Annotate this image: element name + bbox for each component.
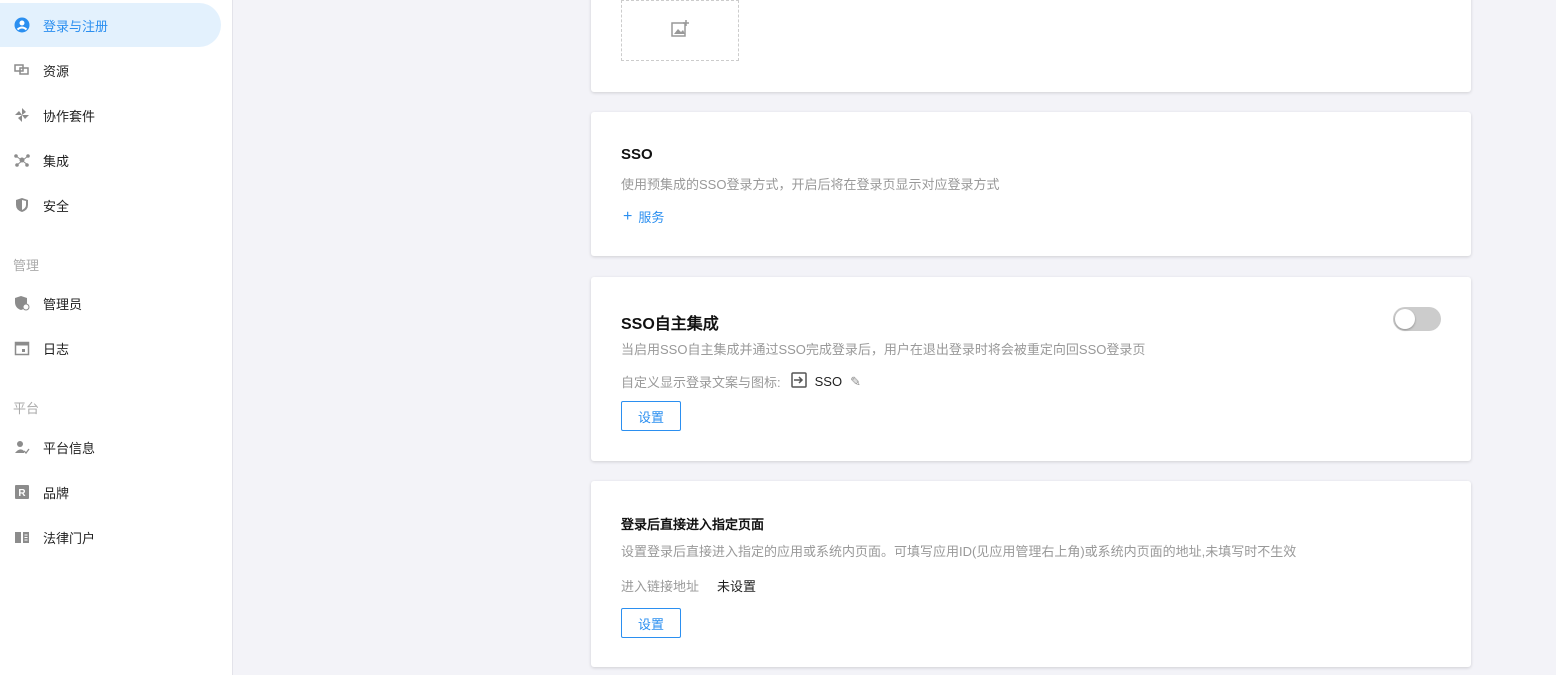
- redirect-desc: 设置登录后直接进入指定的应用或系统内页面。可填写应用ID(见应用管理右上角)或系…: [621, 544, 1297, 559]
- admin-icon: [14, 295, 30, 311]
- sso-desc: 使用预集成的SSO登录方式，开启后将在登录页显示对应登录方式: [621, 177, 1000, 192]
- sidebar-item-legal[interactable]: 法律门户: [0, 515, 221, 559]
- brand-icon: R: [14, 484, 30, 500]
- plus-icon: +: [623, 207, 633, 225]
- sso-title: SSO: [621, 146, 653, 163]
- shield-icon: [14, 197, 30, 213]
- resource-icon: [14, 62, 30, 78]
- sso-custom-settings-button[interactable]: 设置: [621, 401, 681, 431]
- sidebar-item-log[interactable]: 日志: [0, 326, 221, 370]
- logo-card: [591, 0, 1471, 92]
- book-icon: [14, 529, 30, 545]
- sso-card: SSO 使用预集成的SSO登录方式，开启后将在登录页显示对应登录方式 + 服务: [591, 112, 1471, 256]
- svg-text:R: R: [18, 488, 26, 499]
- sidebar-item-login[interactable]: 登录与注册: [0, 3, 221, 47]
- login-icon: [790, 372, 807, 391]
- user-circle-icon: [14, 17, 30, 33]
- redirect-field-value: 未设置: [717, 579, 757, 594]
- image-upload-button[interactable]: [621, 0, 739, 61]
- sso-custom-desc: 当启用SSO自主集成并通过SSO完成登录后，用户在退出登录时将会被重定向回SSO…: [621, 342, 1146, 357]
- sidebar-item-integration[interactable]: 集成: [0, 138, 221, 182]
- sidebar-item-collab[interactable]: 协作套件: [0, 93, 221, 137]
- custom-display-row: 自定义显示登录文案与图标: SSO ✎: [621, 372, 861, 391]
- sidebar: 登录与注册 资源 协作套件 集成 安全 管理 管理员 日志 平台 平台信息 R …: [0, 0, 233, 675]
- edit-pencil-icon[interactable]: ✎: [850, 374, 861, 390]
- sidebar-item-brand[interactable]: R 品牌: [0, 470, 221, 514]
- sso-custom-toggle[interactable]: [1393, 307, 1441, 331]
- calendar-icon: [14, 340, 30, 356]
- add-image-icon: [670, 19, 690, 42]
- section-manage: 管理: [13, 258, 40, 273]
- sidebar-item-platform-info[interactable]: 平台信息: [0, 425, 221, 469]
- sidebar-item-resource[interactable]: 资源: [0, 48, 221, 92]
- sidebar-item-security[interactable]: 安全: [0, 183, 221, 227]
- redirect-title: 登录后直接进入指定页面: [621, 517, 765, 532]
- sso-custom-card: SSO自主集成 当启用SSO自主集成并通过SSO完成登录后，用户在退出登录时将会…: [591, 277, 1471, 461]
- user-check-icon: [14, 439, 30, 455]
- custom-value: SSO: [814, 374, 843, 389]
- section-platform: 平台: [13, 401, 40, 416]
- redirect-field-label: 进入链接地址: [621, 579, 700, 594]
- pinwheel-icon: [14, 107, 30, 123]
- add-service-button[interactable]: + 服务: [623, 207, 664, 226]
- redirect-card: 登录后直接进入指定页面 设置登录后直接进入指定的应用或系统内页面。可填写应用ID…: [591, 481, 1471, 667]
- integration-icon: [14, 152, 30, 168]
- redirect-settings-button[interactable]: 设置: [621, 608, 681, 638]
- sso-custom-title: SSO自主集成: [621, 316, 719, 333]
- sidebar-item-admin[interactable]: 管理员: [0, 281, 221, 325]
